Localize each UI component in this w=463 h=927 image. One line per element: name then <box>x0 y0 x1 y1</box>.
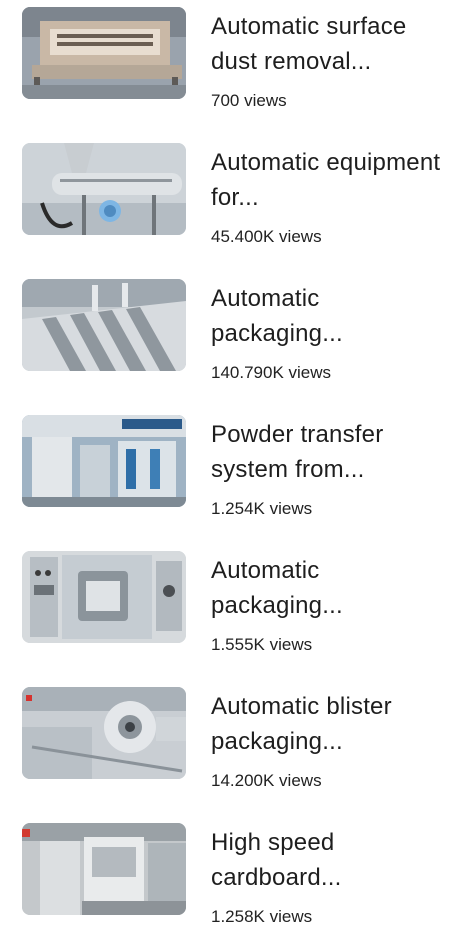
machine-image <box>22 823 186 915</box>
video-title[interactable]: High speed cardboard... <box>211 825 456 895</box>
video-thumbnail[interactable] <box>22 279 186 371</box>
view-count: 1.254K views <box>211 499 313 518</box>
machine-image <box>22 551 186 643</box>
video-thumbnail[interactable] <box>22 143 186 235</box>
video-thumbnail[interactable] <box>22 7 186 99</box>
video-title[interactable]: Automatic packaging... <box>211 553 456 623</box>
video-thumbnail[interactable] <box>22 823 186 915</box>
video-title[interactable]: Automatic blister packaging... <box>211 689 456 759</box>
video-thumbnail[interactable] <box>22 551 186 643</box>
machine-image <box>22 143 186 235</box>
video-item[interactable]: Powder transfer system from... 1.254K vi… <box>22 415 452 518</box>
video-item[interactable]: High speed cardboard... 1.258K views <box>22 823 452 926</box>
machine-image <box>22 7 186 99</box>
video-list: Automatic surface dust removal... 700 vi… <box>0 0 463 927</box>
machine-image <box>22 415 186 507</box>
machine-image <box>22 279 186 371</box>
machine-image <box>22 687 186 779</box>
video-item[interactable]: Automatic equipment for... 45.400K views <box>22 143 452 246</box>
video-title[interactable]: Powder transfer system from... <box>211 417 456 487</box>
view-count: 700 views <box>211 91 287 110</box>
video-title[interactable]: Automatic equipment for... <box>211 145 456 215</box>
video-title[interactable]: Automatic surface dust removal... <box>211 9 456 79</box>
view-count: 140.790K views <box>211 363 332 382</box>
video-thumbnail[interactable] <box>22 687 186 779</box>
video-title[interactable]: Automatic packaging... <box>211 281 456 351</box>
video-item[interactable]: Automatic blister packaging... 14.200K v… <box>22 687 452 790</box>
video-item[interactable]: Automatic packaging... 1.555K views <box>22 551 452 654</box>
video-item[interactable]: Automatic packaging... 140.790K views <box>22 279 452 382</box>
view-count: 45.400K views <box>211 227 322 246</box>
view-count: 14.200K views <box>211 771 322 790</box>
view-count: 1.258K views <box>211 907 313 926</box>
video-thumbnail[interactable] <box>22 415 186 507</box>
video-item[interactable]: Automatic surface dust removal... 700 vi… <box>22 7 452 110</box>
view-count: 1.555K views <box>211 635 313 654</box>
